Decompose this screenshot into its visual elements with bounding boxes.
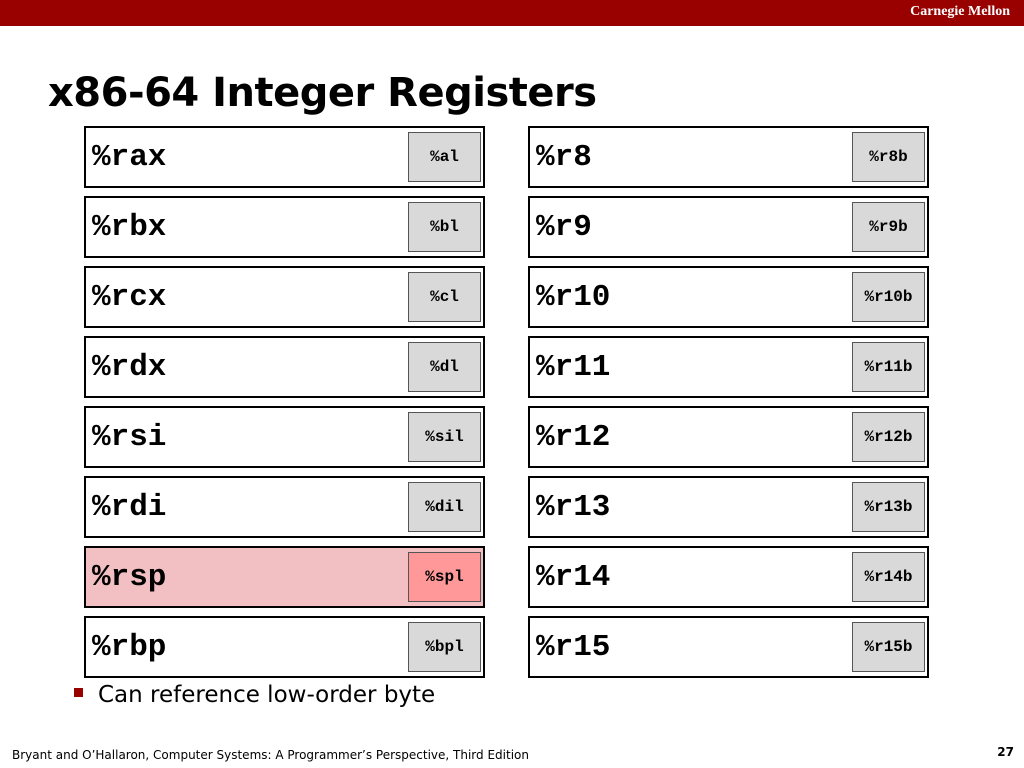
register-name: %r12	[536, 420, 611, 455]
register-box: %r11 %r11b	[528, 336, 929, 398]
header-bar: Carnegie Mellon	[0, 0, 1024, 26]
register-box: %rax %al	[84, 126, 485, 188]
slide-title: x86-64 Integer Registers	[48, 70, 597, 116]
register-name: %rax	[92, 140, 167, 175]
low-byte-box: %r10b	[852, 272, 925, 322]
register-box: %r13 %r13b	[528, 476, 929, 538]
register-name: %r13	[536, 490, 611, 525]
right-register-column: %r8 %r8b %r9 %r9b %r10 %r10b %r11 %r11b …	[528, 126, 929, 686]
register-name: %r11	[536, 350, 611, 385]
register-name: %rcx	[92, 280, 167, 315]
register-name: %r14	[536, 560, 611, 595]
register-box: %rbp %bpl	[84, 616, 485, 678]
low-byte-box: %r9b	[852, 202, 925, 252]
page-number: 27	[997, 745, 1014, 759]
register-name: %rsp	[92, 560, 167, 595]
low-byte-box: %sil	[408, 412, 481, 462]
left-register-column: %rax %al %rbx %bl %rcx %cl %rdx %dl %rsi…	[84, 126, 485, 686]
register-name: %r15	[536, 630, 611, 665]
low-byte-box: %r14b	[852, 552, 925, 602]
register-box: %r9 %r9b	[528, 196, 929, 258]
organization-name: Carnegie Mellon	[910, 4, 1010, 19]
low-byte-box: %r8b	[852, 132, 925, 182]
register-name: %rdx	[92, 350, 167, 385]
low-byte-box: %dl	[408, 342, 481, 392]
register-name: %r10	[536, 280, 611, 315]
note-text: Can reference low-order byte	[98, 682, 436, 708]
low-byte-box: %r12b	[852, 412, 925, 462]
register-name: %rbp	[92, 630, 167, 665]
register-name: %rsi	[92, 420, 167, 455]
register-box: %rbx %bl	[84, 196, 485, 258]
bullet-note: Can reference low-order byte	[74, 682, 435, 708]
low-byte-box: %cl	[408, 272, 481, 322]
low-byte-box: %bl	[408, 202, 481, 252]
low-byte-box: %r11b	[852, 342, 925, 392]
register-box: %r10 %r10b	[528, 266, 929, 328]
low-byte-box: %al	[408, 132, 481, 182]
low-byte-box: %spl	[408, 552, 481, 602]
register-name: %r8	[536, 140, 592, 175]
square-bullet-icon	[74, 687, 83, 697]
register-box: %r12 %r12b	[528, 406, 929, 468]
footer-citation: Bryant and O’Hallaron, Computer Systems:…	[12, 748, 529, 762]
low-byte-box: %dil	[408, 482, 481, 532]
register-box: %r8 %r8b	[528, 126, 929, 188]
low-byte-box: %bpl	[408, 622, 481, 672]
register-box: %rdx %dl	[84, 336, 485, 398]
register-box: %rsi %sil	[84, 406, 485, 468]
register-name: %r9	[536, 210, 592, 245]
register-box-highlighted: %rsp %spl	[84, 546, 485, 608]
register-box: %r14 %r14b	[528, 546, 929, 608]
register-box: %rcx %cl	[84, 266, 485, 328]
register-box: %r15 %r15b	[528, 616, 929, 678]
register-name: %rbx	[92, 210, 167, 245]
register-name: %rdi	[92, 490, 167, 525]
register-box: %rdi %dil	[84, 476, 485, 538]
low-byte-box: %r13b	[852, 482, 925, 532]
low-byte-box: %r15b	[852, 622, 925, 672]
